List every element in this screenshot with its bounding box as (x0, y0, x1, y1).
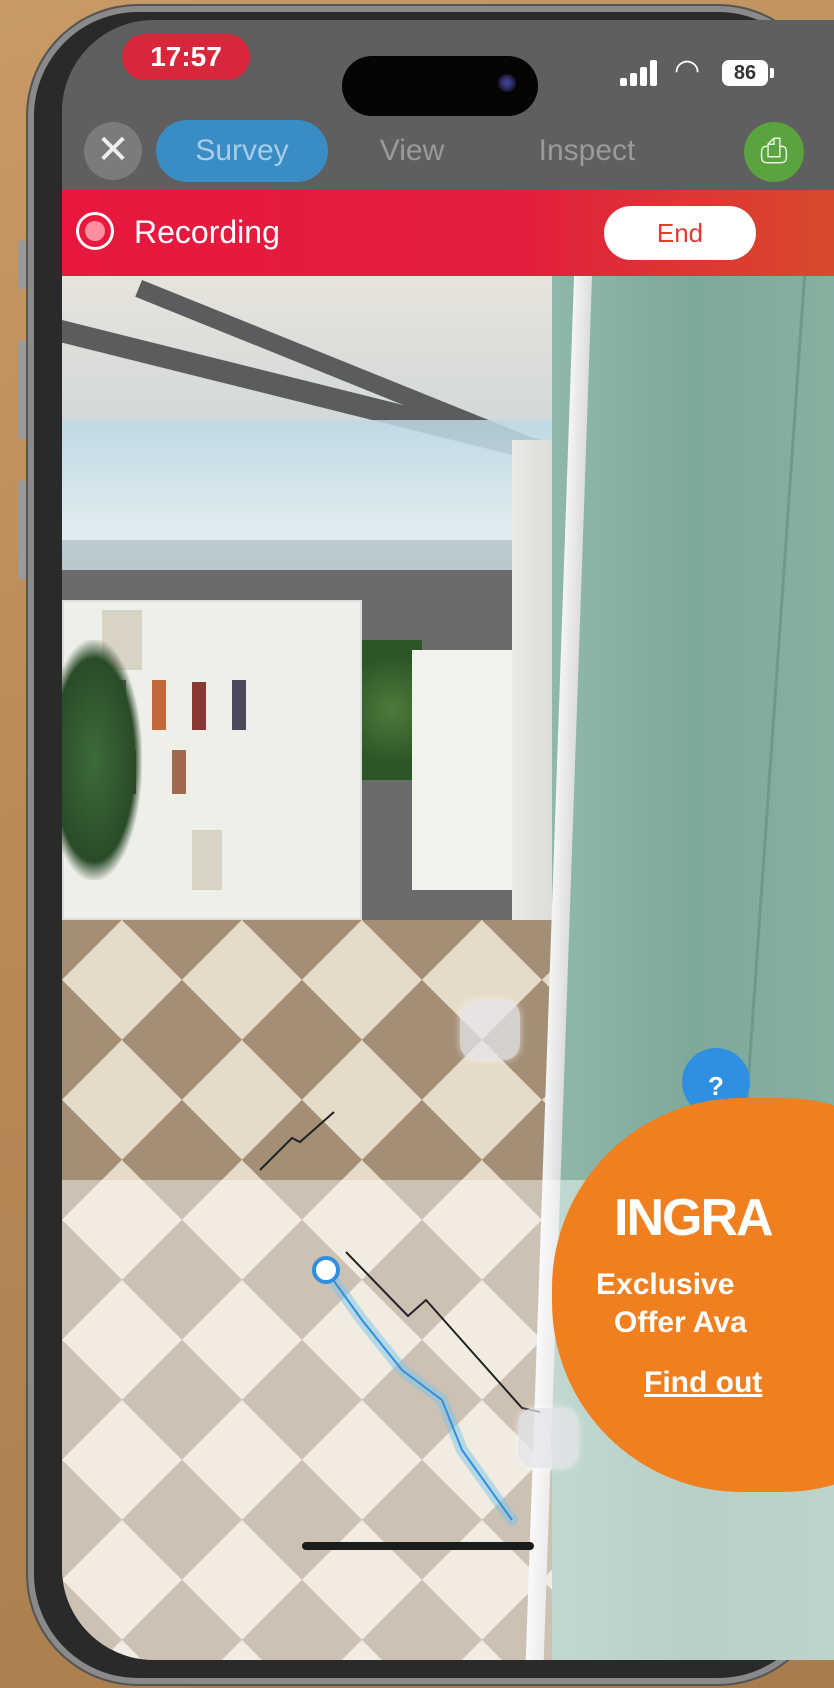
home-indicator[interactable] (302, 1542, 534, 1550)
anchor-point-1[interactable] (460, 1000, 520, 1060)
battery-indicator: 86 (722, 60, 768, 86)
status-bar: 17:57 ◠ 86 (62, 20, 834, 120)
front-camera (498, 74, 516, 92)
recording-banner: Recording End (62, 190, 834, 276)
paperclip-icon: ⎙ (760, 132, 788, 170)
volume-up-button (18, 340, 26, 440)
floorplan-wall-line (259, 1111, 335, 1171)
cellular-signal-icon (620, 60, 662, 86)
promo-find-out-link[interactable]: Find out (644, 1366, 762, 1400)
recording-label: Recording (134, 214, 280, 250)
end-recording-button[interactable]: End (604, 206, 756, 260)
volume-down-button (18, 480, 26, 580)
status-time: 17:57 (122, 34, 250, 80)
tab-view[interactable]: View (352, 120, 472, 182)
action-button (18, 240, 26, 290)
close-icon: ✕ (96, 128, 130, 172)
tab-inspect[interactable]: Inspect (502, 120, 672, 182)
record-icon (76, 212, 114, 250)
promo-line-2: Offer Ava (614, 1306, 747, 1339)
wifi-icon: ◠ (674, 54, 701, 87)
close-button[interactable]: ✕ (84, 122, 142, 180)
tab-survey[interactable]: Survey (156, 120, 328, 182)
attachment-button[interactable]: ⎙ (744, 122, 804, 182)
promo-logo: INGRA (614, 1189, 774, 1247)
mode-tabs-bar: ✕ Survey View Inspect ⎙ (62, 120, 834, 190)
promo-line-1: Exclusive (596, 1268, 735, 1301)
app-screen: 17:57 ◠ 86 ✕ Survey View Inspect ⎙ Recor… (62, 20, 834, 1660)
anchor-point-2[interactable] (518, 1408, 578, 1468)
path-start-marker (312, 1256, 340, 1284)
battery-tip (770, 68, 774, 78)
